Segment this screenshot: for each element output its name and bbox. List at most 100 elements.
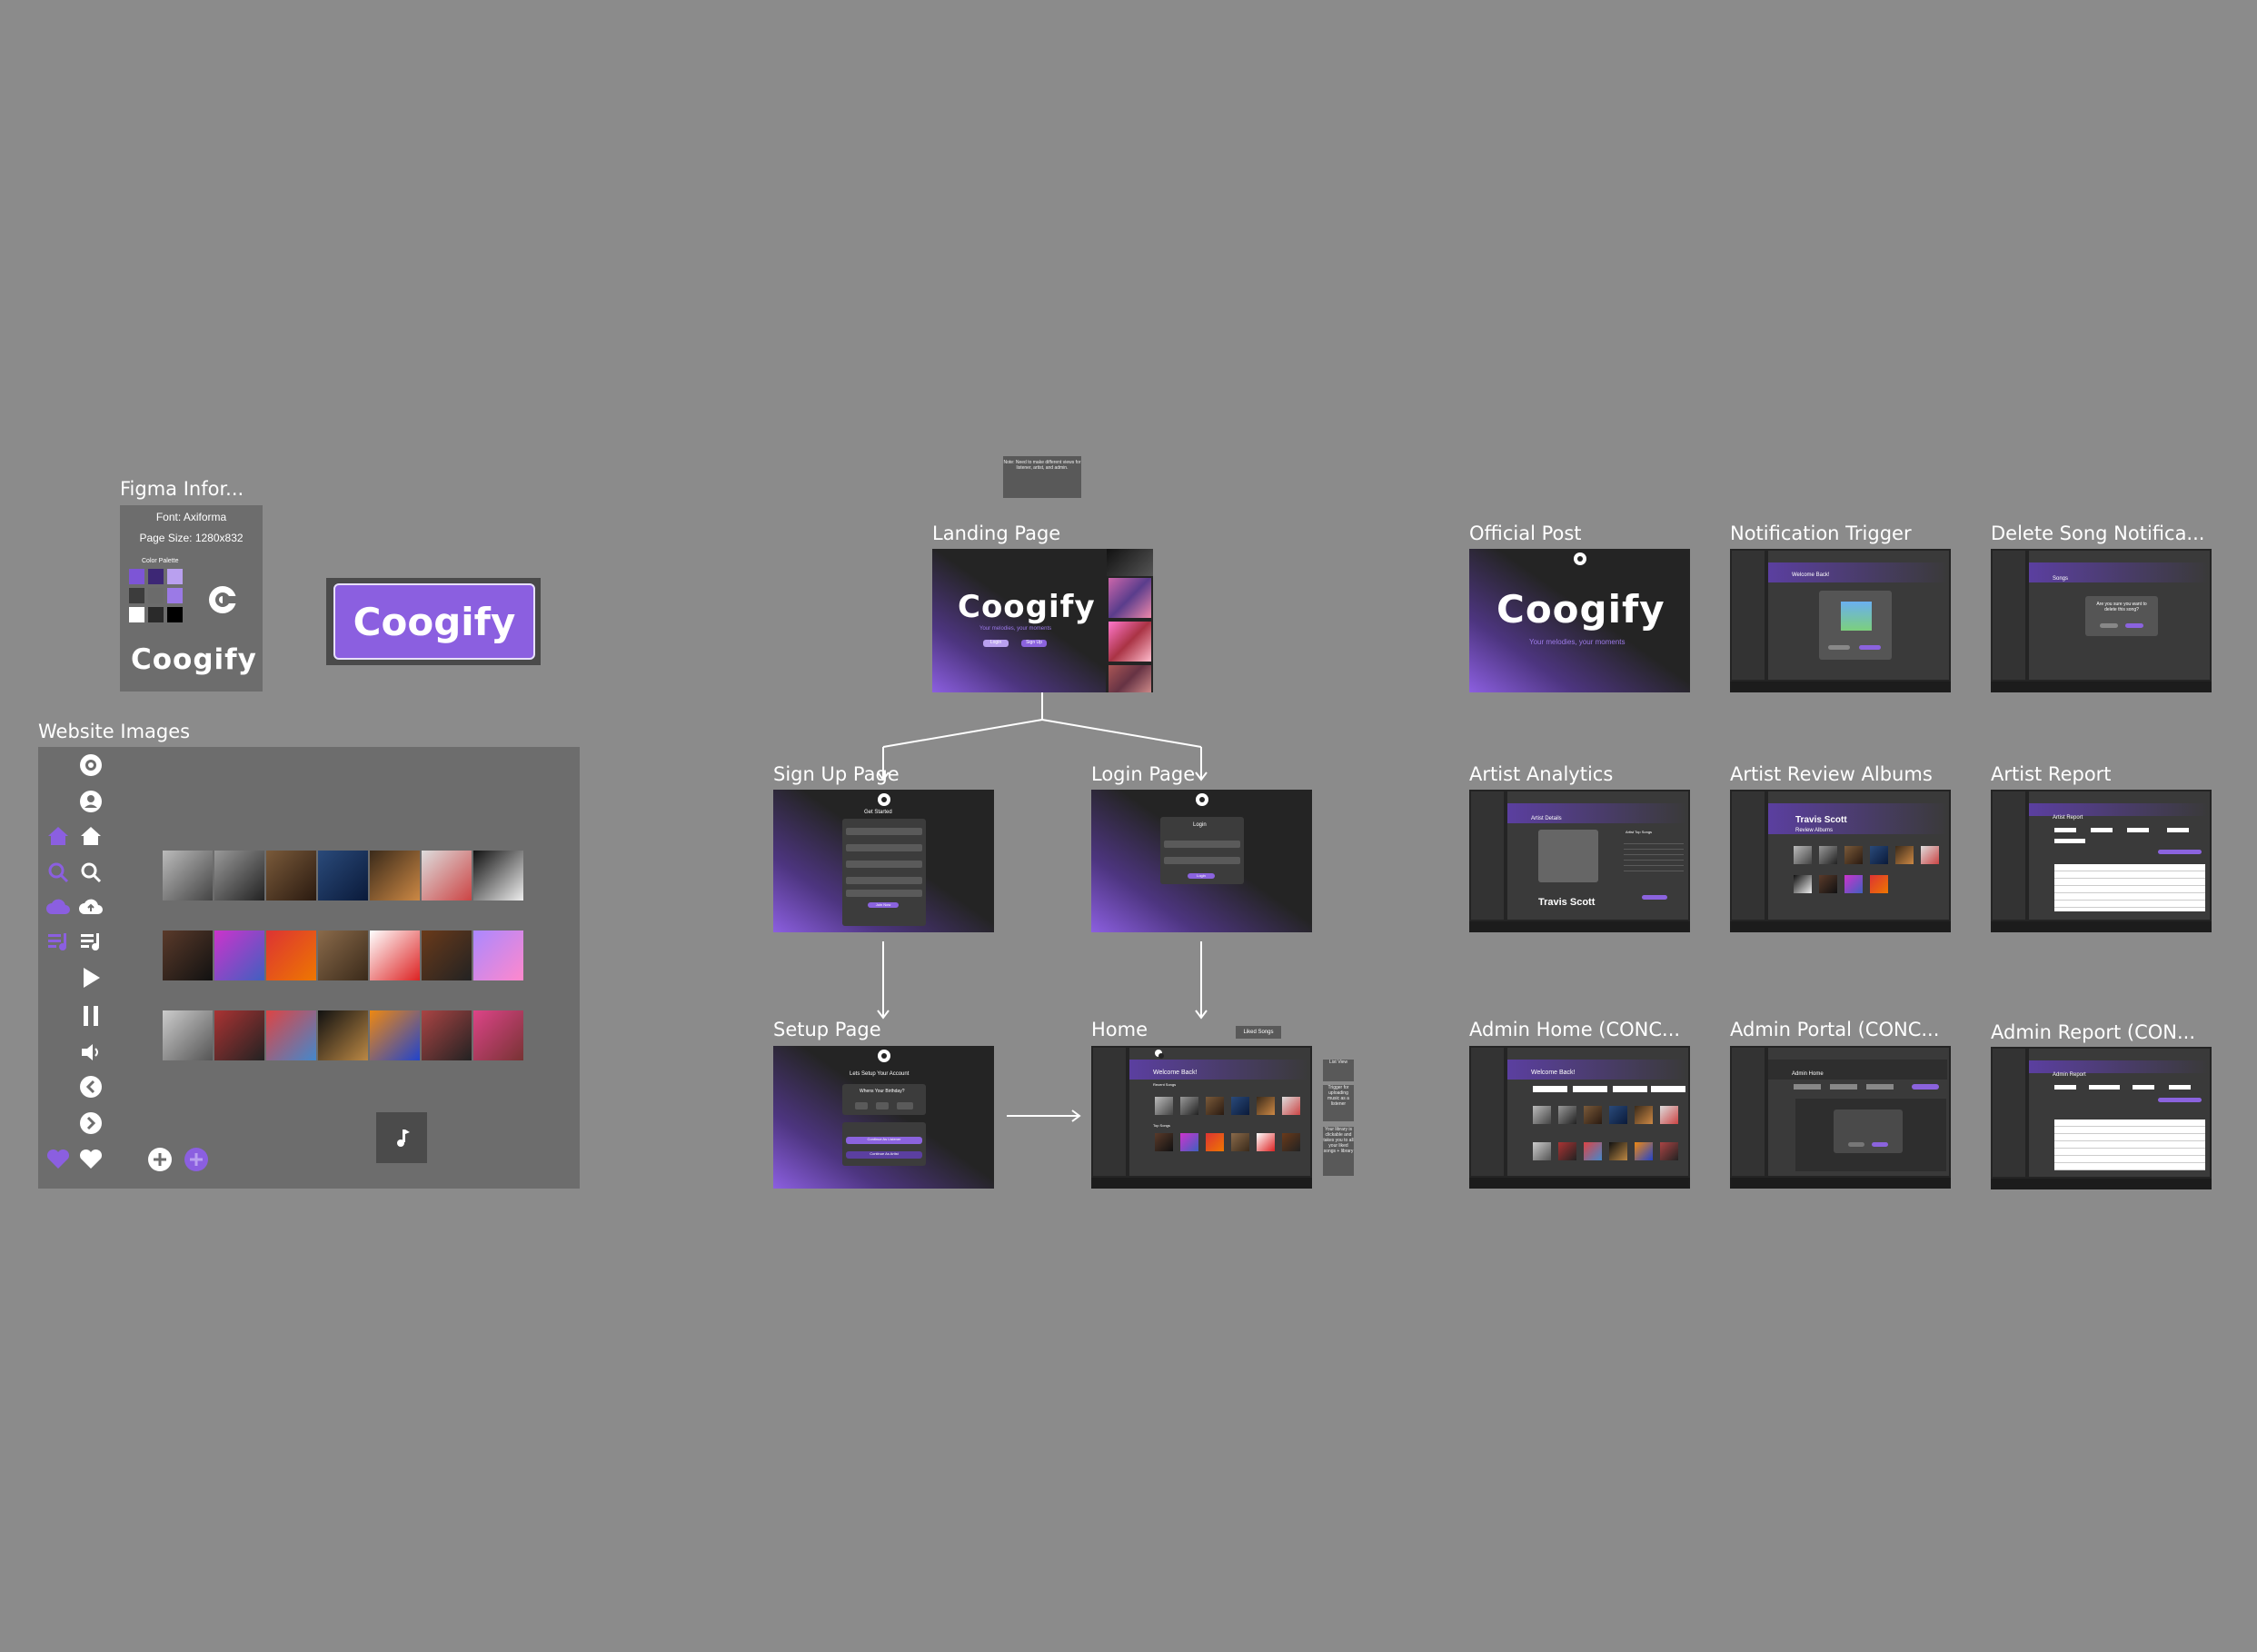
birthday-year[interactable] (897, 1102, 913, 1110)
setup-page-frame[interactable]: Lets Setup Your Account Whens Your Birth… (773, 1046, 994, 1189)
liked-songs-tag[interactable]: Liked Songs (1236, 1026, 1281, 1039)
artist-analytics-frame[interactable]: Artist Details Travis Scott Artist Top S… (1469, 790, 1690, 932)
login-page-frame[interactable]: Login Login (1091, 790, 1312, 932)
song-thumbnail[interactable] (1206, 1133, 1224, 1151)
continue-artist-button[interactable]: Continue As Artist (846, 1151, 922, 1159)
signup-field[interactable] (846, 861, 922, 868)
song-thumbnail[interactable] (1635, 1142, 1653, 1160)
album-thumbnail[interactable] (1895, 846, 1914, 864)
home-page-title[interactable]: Home (1091, 1019, 1148, 1040)
album-thumbnail[interactable] (1794, 875, 1812, 893)
login-page-title[interactable]: Login Page (1091, 763, 1195, 785)
album-cover-image (214, 851, 264, 901)
review-albums-grid (1790, 846, 1950, 901)
artist-report-frame[interactable]: Artist Report (1991, 790, 2212, 932)
official-post-frame[interactable]: Coogify Your melodies, your moments (1469, 549, 1690, 692)
birthday-day[interactable] (876, 1102, 889, 1110)
album-thumbnail[interactable] (1819, 846, 1837, 864)
admin-report-frame[interactable]: Admin Report (1991, 1047, 2212, 1189)
album-thumbnail[interactable] (1819, 875, 1837, 893)
song-thumbnail[interactable] (1282, 1133, 1300, 1151)
album-thumbnail[interactable] (1870, 875, 1888, 893)
coogify-logo-button[interactable]: Coogify (333, 583, 535, 660)
song-thumbnail[interactable] (1231, 1133, 1249, 1151)
admin-recent-row (1529, 1104, 1689, 1130)
coogify-logo-icon (78, 752, 104, 778)
notification-trigger-frame[interactable]: Welcome Back! (1730, 549, 1951, 692)
signup-page-frame[interactable]: Get Started Join Now (773, 790, 994, 932)
landing-signup-button[interactable]: Sign Up (1021, 640, 1047, 647)
website-images-panel (38, 747, 580, 1189)
landing-login-button[interactable]: Login (983, 640, 1009, 647)
design-note[interactable]: Note: Need to make different views for l… (1003, 456, 1081, 498)
birthday-month[interactable] (855, 1102, 868, 1110)
song-thumbnail[interactable] (1180, 1097, 1198, 1115)
pause-icon (78, 1003, 104, 1029)
album-thumbnail[interactable] (1870, 846, 1888, 864)
song-thumbnail[interactable] (1206, 1097, 1224, 1115)
official-post-title[interactable]: Official Post (1469, 522, 1582, 544)
signup-field[interactable] (846, 890, 922, 897)
signup-field[interactable] (846, 844, 922, 851)
album-thumbnail[interactable] (1921, 846, 1939, 864)
song-thumbnail[interactable] (1155, 1133, 1173, 1151)
setup-page-title[interactable]: Setup Page (773, 1019, 881, 1040)
song-thumbnail[interactable] (1660, 1142, 1678, 1160)
confirm-delete-button[interactable] (2125, 623, 2143, 628)
admin-report-title[interactable]: Admin Report (CON... (1991, 1021, 2195, 1043)
song-thumbnail[interactable] (1584, 1142, 1602, 1160)
artist-action-button[interactable] (1642, 895, 1667, 900)
side-note-library[interactable]: Your library is clickable and takes you … (1323, 1127, 1354, 1176)
signup-join-button[interactable]: Join Now (868, 902, 899, 908)
song-thumbnail[interactable] (1257, 1133, 1275, 1151)
website-images-title[interactable]: Website Images (38, 721, 190, 742)
song-thumbnail[interactable] (1533, 1106, 1551, 1124)
login-password-field[interactable] (1164, 857, 1240, 864)
signup-field[interactable] (846, 828, 922, 835)
song-thumbnail[interactable] (1558, 1106, 1576, 1124)
notification-trigger-title[interactable]: Notification Trigger (1730, 522, 1912, 544)
side-note-list-view[interactable]: List View (1323, 1060, 1354, 1081)
home-page-frame[interactable]: Welcome Back! Recent Songs Top Songs (1091, 1046, 1312, 1189)
song-thumbnail[interactable] (1180, 1133, 1198, 1151)
album-thumbnail[interactable] (1844, 875, 1863, 893)
delete-song-frame[interactable]: Songs Are you sure you want to delete th… (1991, 549, 2212, 692)
landing-album-strip (1107, 549, 1153, 692)
admin-portal-title[interactable]: Admin Portal (CONC... (1730, 1019, 1939, 1040)
song-thumbnail[interactable] (1558, 1142, 1576, 1160)
side-note-trigger[interactable]: Trigger for uploading music as a listene… (1323, 1085, 1354, 1121)
album-thumbnail[interactable] (1794, 846, 1812, 864)
admin-portal-frame[interactable]: Admin Home (1730, 1046, 1951, 1189)
song-thumbnail[interactable] (1155, 1097, 1173, 1115)
admin-home-title[interactable]: Admin Home (CONC... (1469, 1019, 1680, 1040)
admin-home-frame[interactable]: Welcome Back! (1469, 1046, 1690, 1189)
login-button[interactable]: Login (1188, 873, 1215, 879)
landing-page-title[interactable]: Landing Page (932, 522, 1060, 544)
song-thumbnail[interactable] (1635, 1106, 1653, 1124)
artist-review-title[interactable]: Artist Review Albums (1730, 763, 1933, 785)
landing-page-frame[interactable]: Coogify Your melodies, your moments Logi… (932, 549, 1153, 692)
continue-listener-button[interactable]: Continue As Listener (846, 1137, 922, 1144)
song-thumbnail[interactable] (1257, 1097, 1275, 1115)
song-thumbnail[interactable] (1282, 1097, 1300, 1115)
arrow-signup-setup (877, 941, 890, 1020)
cancel-button[interactable] (2100, 623, 2118, 628)
signup-page-title[interactable]: Sign Up Page (773, 763, 900, 785)
delete-song-title[interactable]: Delete Song Notifica... (1991, 522, 2204, 544)
song-thumbnail[interactable] (1533, 1142, 1551, 1160)
play-icon (78, 965, 104, 990)
artist-analytics-title[interactable]: Artist Analytics (1469, 763, 1613, 785)
artist-review-frame[interactable]: Travis Scott Review Albums (1730, 790, 1951, 932)
song-thumbnail[interactable] (1609, 1106, 1627, 1124)
figma-info-title[interactable]: Figma Infor... (120, 478, 244, 500)
signup-field[interactable] (846, 877, 922, 884)
home-recent-label: Recent Songs (1153, 1082, 1177, 1087)
artist-report-title[interactable]: Artist Report (1991, 763, 2112, 785)
album-thumbnail[interactable] (1844, 846, 1863, 864)
palette-swatch (167, 607, 183, 622)
song-thumbnail[interactable] (1584, 1106, 1602, 1124)
song-thumbnail[interactable] (1231, 1097, 1249, 1115)
song-thumbnail[interactable] (1609, 1142, 1627, 1160)
song-thumbnail[interactable] (1660, 1106, 1678, 1124)
login-email-field[interactable] (1164, 841, 1240, 848)
